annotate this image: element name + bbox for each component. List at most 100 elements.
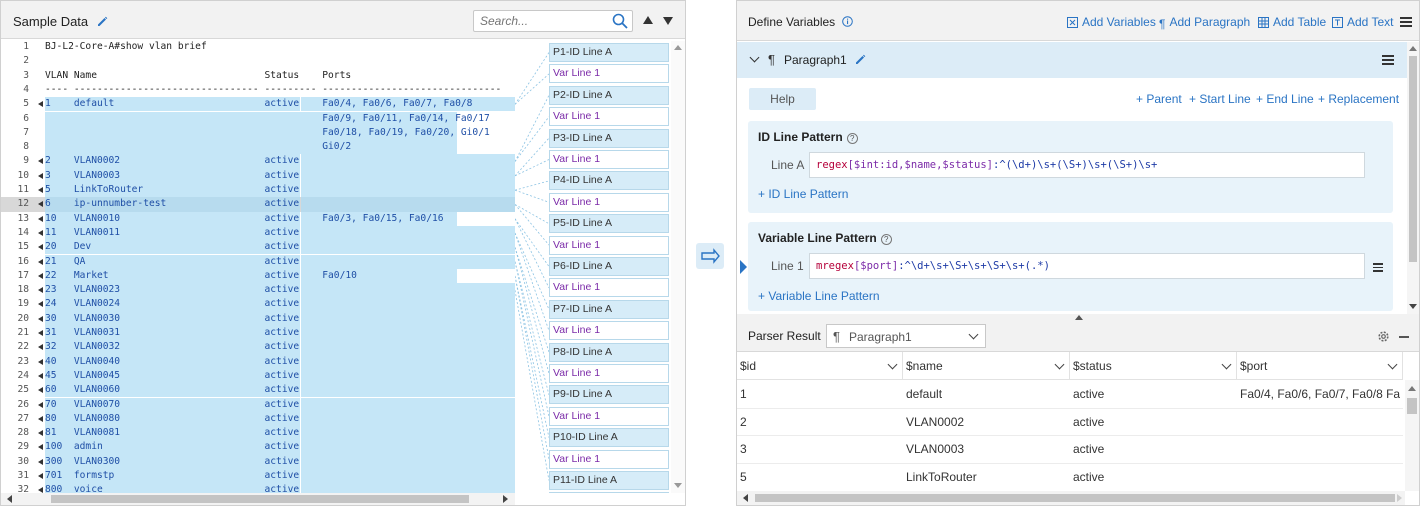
- column-header[interactable]: $port: [1237, 352, 1403, 380]
- definition-vertical-scrollbar[interactable]: [1407, 42, 1419, 314]
- editor-line[interactable]: 14 11 VLAN0011 active: [1, 225, 515, 241]
- add-replacement-link[interactable]: + Replacement: [1318, 92, 1399, 106]
- editor-line[interactable]: 19 24 VLAN0024 active: [1, 297, 515, 312]
- result-scroll-thumb-h[interactable]: [755, 494, 1395, 502]
- edit-pencil-icon[interactable]: [854, 53, 866, 65]
- editor-line[interactable]: 7 Fa0/18, Fa0/19, Fa0/20, Gi0/1: [1, 125, 515, 141]
- editor-line[interactable]: 6 Fa0/9, Fa0/11, Fa0/14, Fa0/17: [1, 111, 515, 126]
- editor-line[interactable]: 3 VLAN Name Status Ports: [1, 69, 515, 83]
- add-end-line-link[interactable]: + End Line: [1256, 92, 1314, 106]
- add-variable-line-pattern-link[interactable]: + Variable Line Pattern: [758, 289, 880, 303]
- editor-line[interactable]: 1 BJ-L2-Core-A#show vlan brief: [1, 40, 515, 54]
- editor-line[interactable]: 17 22 Market active Fa0/10: [1, 268, 515, 284]
- id-line-tag[interactable]: P11-ID Line A: [549, 471, 669, 490]
- id-line-regex-field[interactable]: regex[$int:id,$name,$status]:^(\d+)\s+(\…: [809, 152, 1365, 178]
- id-line-tag[interactable]: P5-ID Line A: [549, 214, 669, 234]
- definition-scroll-thumb[interactable]: [1409, 56, 1417, 262]
- add-text-button[interactable]: Add Text: [1332, 15, 1393, 29]
- editor-line[interactable]: 11 5 LinkToRouter active: [1, 183, 515, 198]
- edit-pencil-icon[interactable]: [96, 15, 108, 27]
- editor-line[interactable]: 8 Gi0/2: [1, 140, 515, 155]
- var-line-tag[interactable]: Var Line 1: [549, 406, 669, 426]
- editor-line[interactable]: 21 31 VLAN0031 active: [1, 326, 515, 341]
- editor-line[interactable]: 15 20 Dev active: [1, 240, 515, 255]
- add-paragraph-button[interactable]: ¶ Add Paragraph: [1159, 15, 1250, 31]
- chevron-down-icon[interactable]: [1221, 359, 1232, 370]
- paragraph-select[interactable]: ¶ Paragraph1: [826, 324, 986, 348]
- editor-line[interactable]: 9 2 VLAN0002 active: [1, 154, 515, 169]
- variable-line-regex-field[interactable]: mregex[$port]:^\d+\s+\S+\s+\S+\s+(.*): [809, 253, 1365, 279]
- editor-scroll-thumb[interactable]: [51, 495, 469, 503]
- settings-gear-icon[interactable]: [1377, 330, 1390, 343]
- result-scroll-thumb[interactable]: [1407, 398, 1417, 414]
- apply-arrow-button[interactable]: [696, 243, 724, 269]
- column-header[interactable]: $id: [737, 352, 903, 380]
- editor-line[interactable]: 26 70 VLAN0070 active: [1, 397, 515, 412]
- var-line-tag[interactable]: Var Line 1: [549, 449, 669, 469]
- chevron-down-icon[interactable]: [887, 359, 898, 370]
- id-line-tag[interactable]: P6-ID Line A: [549, 257, 669, 276]
- var-line-tag[interactable]: Var Line 1: [549, 278, 669, 298]
- editor-line[interactable]: 25 60 VLAN0060 active: [1, 383, 515, 398]
- add-parent-link[interactable]: + Parent: [1136, 92, 1182, 106]
- id-line-tag[interactable]: P7-ID Line A: [549, 299, 669, 319]
- var-line-tag[interactable]: Var Line 1: [549, 107, 669, 127]
- editor-line[interactable]: 4 ---- -------------------------------- -…: [1, 83, 515, 97]
- id-line-tag[interactable]: P10-ID Line A: [549, 428, 669, 448]
- panel-menu-icon[interactable]: [1400, 17, 1412, 27]
- prev-match-icon[interactable]: [643, 16, 653, 24]
- editor-line[interactable]: 10 3 VLAN0003 active: [1, 168, 515, 183]
- var-line-tag[interactable]: Var Line 1: [549, 150, 669, 169]
- var-line-tag[interactable]: Var Line 1: [549, 321, 669, 341]
- editor-line[interactable]: 23 40 VLAN0040 active: [1, 354, 515, 369]
- help-question-icon[interactable]: ?: [880, 234, 892, 245]
- editor-line[interactable]: 12 6 ip-unnumber-test active: [1, 197, 515, 212]
- editor-horizontal-scrollbar[interactable]: [1, 493, 515, 505]
- add-table-button[interactable]: Add Table: [1258, 15, 1326, 29]
- result-horizontal-scrollbar[interactable]: [737, 491, 1405, 505]
- editor-line[interactable]: 18 23 VLAN0023 active: [1, 283, 515, 298]
- line-menu-icon[interactable]: [1373, 263, 1383, 273]
- var-line-tag[interactable]: Var Line 1: [549, 492, 669, 493]
- editor-line[interactable]: 31 701 formstp active: [1, 469, 515, 484]
- editor-line[interactable]: 24 45 VLAN0045 active: [1, 368, 515, 384]
- collapse-chevron-icon[interactable]: [749, 52, 760, 63]
- column-header[interactable]: $status: [1070, 352, 1237, 380]
- paragraph-header[interactable]: ¶ Paragraph1: [737, 42, 1407, 78]
- paragraph-menu-icon[interactable]: [1382, 55, 1394, 65]
- id-line-tag[interactable]: P8-ID Line A: [549, 342, 669, 362]
- minimize-icon[interactable]: [1399, 336, 1409, 338]
- help-question-icon[interactable]: ?: [846, 133, 858, 144]
- help-button[interactable]: Help: [749, 88, 816, 110]
- editor-line[interactable]: 13 10 VLAN0010 active Fa0/3, Fa0/15, Fa0/…: [1, 211, 515, 226]
- var-line-tag[interactable]: Var Line 1: [549, 364, 669, 383]
- editor-line[interactable]: 20 30 VLAN0030 active: [1, 311, 515, 326]
- id-line-tag[interactable]: P4-ID Line A: [549, 171, 669, 191]
- search-icon[interactable]: [612, 13, 628, 29]
- splitter-bar[interactable]: [737, 314, 1419, 322]
- result-vertical-scrollbar[interactable]: [1405, 380, 1419, 491]
- var-line-tag[interactable]: Var Line 1: [549, 235, 669, 255]
- id-line-tag[interactable]: P3-ID Line A: [549, 128, 669, 148]
- next-match-icon[interactable]: [663, 17, 673, 25]
- var-line-tag[interactable]: Var Line 1: [549, 192, 669, 212]
- editor-line[interactable]: 2: [1, 54, 515, 68]
- splitter-up-icon[interactable]: [1075, 315, 1083, 320]
- column-header[interactable]: $name: [903, 352, 1070, 380]
- editor-line[interactable]: 29 100 admin active: [1, 440, 515, 455]
- editor-line[interactable]: 22 32 VLAN0032 active: [1, 340, 515, 355]
- chevron-down-icon[interactable]: [1387, 359, 1398, 370]
- add-variables-button[interactable]: Add Variables: [1067, 15, 1156, 29]
- editor-line[interactable]: 27 80 VLAN0080 active: [1, 411, 515, 427]
- chevron-down-icon[interactable]: [1054, 359, 1065, 370]
- id-line-tag[interactable]: P2-ID Line A: [549, 85, 669, 105]
- id-line-tag[interactable]: P9-ID Line A: [549, 385, 669, 405]
- editor-line[interactable]: 28 81 VLAN0081 active: [1, 426, 515, 441]
- id-line-tag[interactable]: P1-ID Line A: [549, 43, 669, 62]
- search-input[interactable]: [474, 11, 604, 31]
- editor-line[interactable]: 5 1 default active Fa0/4, Fa0/6, Fa0/7, F…: [1, 97, 515, 112]
- info-icon[interactable]: [841, 16, 853, 27]
- label-vertical-scrollbar[interactable]: [671, 41, 685, 493]
- add-start-line-link[interactable]: + Start Line: [1189, 92, 1251, 106]
- sample-data-editor[interactable]: 1 BJ-L2-Core-A#show vlan brief 2 3 VLAN Name…: [1, 40, 515, 494]
